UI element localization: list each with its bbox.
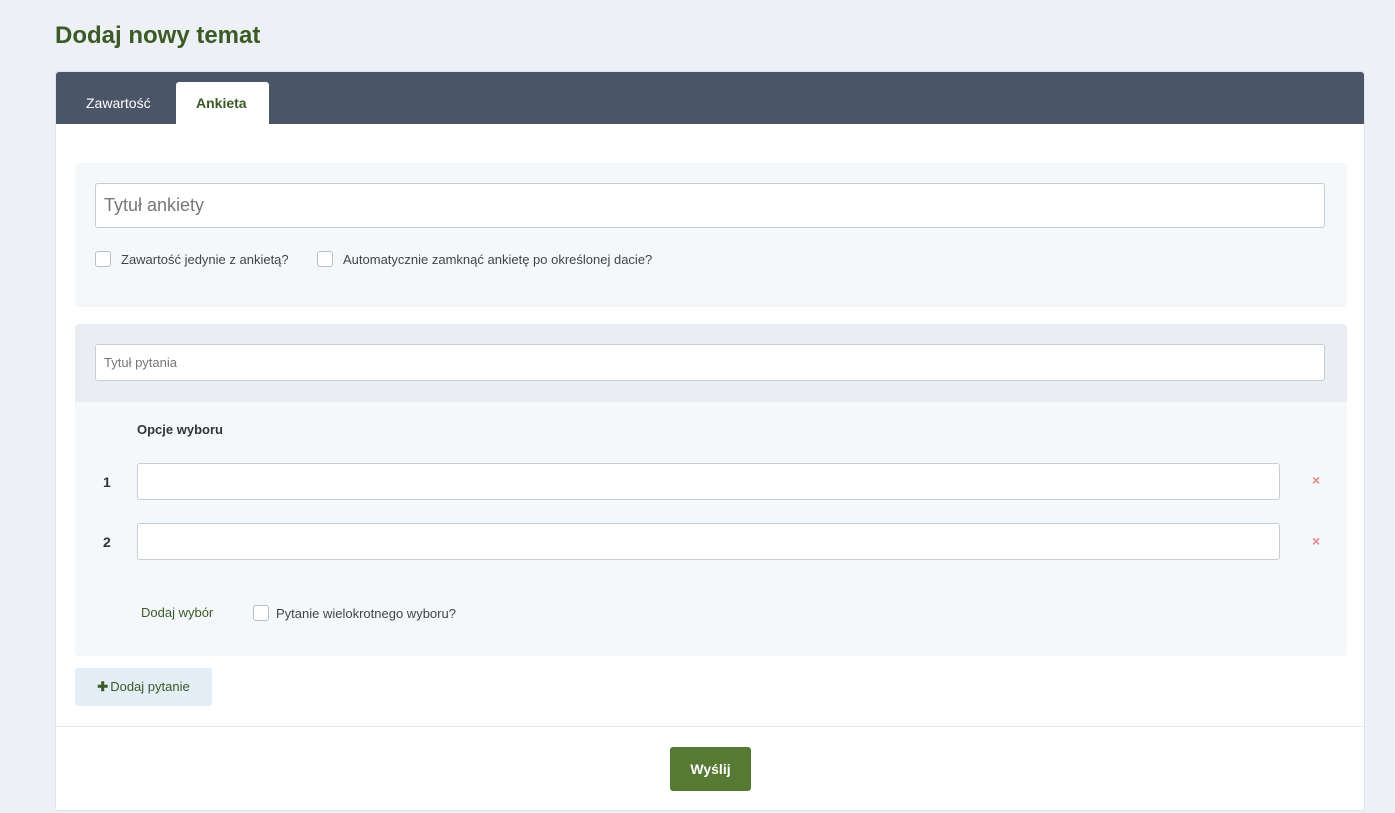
add-choice-link[interactable]: Dodaj wybór — [141, 605, 213, 620]
remove-option-icon[interactable]: × — [1312, 533, 1320, 549]
tab-content[interactable]: Zawartość — [66, 82, 171, 124]
poll-settings-section: Zawartość jedynie z ankietą? Automatyczn… — [75, 163, 1347, 307]
form-panel: Zawartość Ankieta Zawartość jedynie z an… — [55, 71, 1365, 811]
auto-close-checkbox[interactable] — [317, 251, 333, 267]
option-input[interactable] — [137, 523, 1280, 560]
only-poll-label: Zawartość jedynie z ankietą? — [121, 252, 289, 267]
submit-button[interactable]: Wyślij — [670, 747, 751, 791]
question-options-section: Opcje wyboru 1 × 2 × Dodaj wybór Pytanie… — [75, 402, 1347, 656]
question-title-input[interactable] — [95, 344, 1325, 381]
page-title: Dodaj nowy temat — [55, 22, 261, 49]
options-heading: Opcje wyboru — [137, 422, 223, 437]
only-poll-checkbox[interactable] — [95, 251, 111, 267]
option-input[interactable] — [137, 463, 1280, 500]
plus-icon: ✚ — [97, 679, 109, 694]
add-question-button[interactable]: ✚ Dodaj pytanie — [75, 668, 212, 706]
option-number: 2 — [103, 534, 111, 550]
multiple-choice-label: Pytanie wielokrotnego wyboru? — [276, 606, 456, 621]
option-number: 1 — [103, 474, 111, 490]
poll-title-input[interactable] — [95, 183, 1325, 228]
add-question-label: Dodaj pytanie — [110, 679, 190, 694]
divider — [56, 726, 1364, 727]
tab-bar: Zawartość Ankieta — [56, 72, 1364, 124]
question-header — [75, 324, 1347, 402]
tab-poll[interactable]: Ankieta — [176, 82, 269, 124]
remove-option-icon[interactable]: × — [1312, 472, 1320, 488]
auto-close-label: Automatycznie zamknąć ankietę po określo… — [343, 252, 653, 267]
multiple-choice-checkbox[interactable] — [253, 605, 269, 621]
